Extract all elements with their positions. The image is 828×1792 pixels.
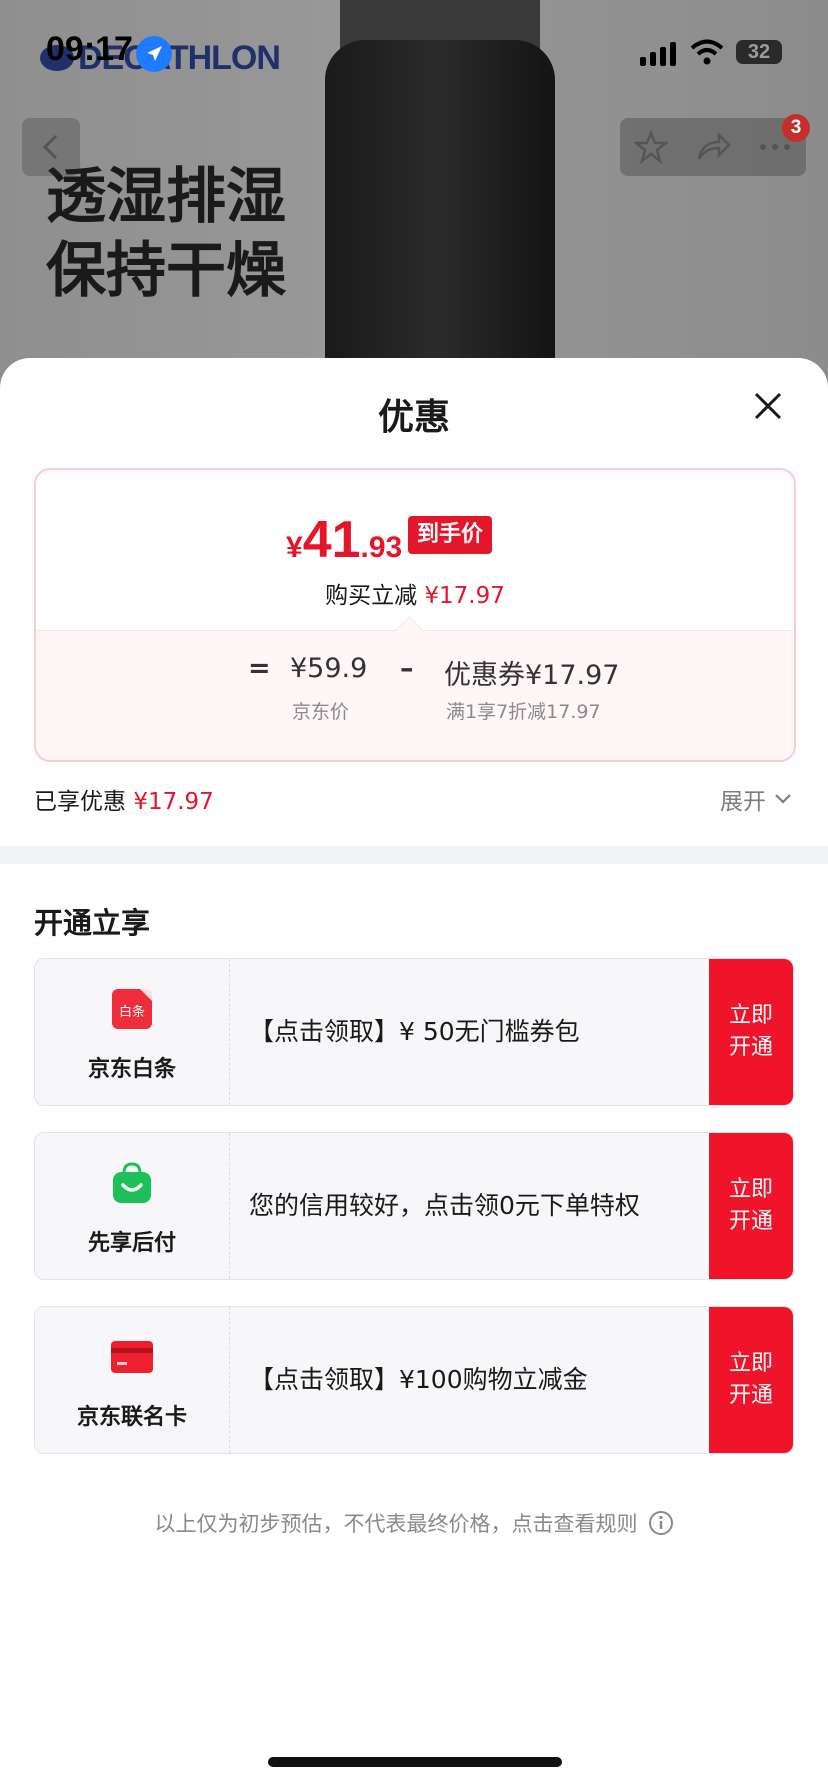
baitiao-icon: 白条 (112, 989, 152, 1029)
equals-sign: = (248, 653, 271, 684)
activate-label-1: 立即 (728, 1003, 773, 1028)
section-divider (0, 846, 828, 864)
home-indicator[interactable] (268, 1757, 562, 1767)
location-arrow-icon (136, 36, 172, 72)
cellular-signal-icon (640, 40, 676, 66)
price-integer: 41 (302, 511, 361, 569)
sheet-title: 优惠 (377, 397, 450, 438)
offer-card-pay-later[interactable]: 先享后付 您的信用较好，点击领0元下单特权 立即 开通 (34, 1132, 794, 1280)
chevron-down-icon (775, 794, 791, 804)
expand-label: 展开 (720, 789, 766, 815)
notification-badge: 3 (782, 114, 810, 142)
activate-label-2: 开通 (728, 1035, 773, 1060)
offer-brand: 京东联名卡 (35, 1307, 230, 1453)
offer-description: 【点击领取】¥100购物立减金 (249, 1365, 588, 1394)
info-icon (648, 1511, 673, 1535)
price-calculation: = ¥59.9 – 优惠券¥17.97 京东价 满1享7折减17.97 (36, 630, 794, 760)
activate-button[interactable]: 立即 开通 (709, 1307, 793, 1453)
activate-button[interactable]: 立即 开通 (709, 959, 793, 1105)
footnote-text: 以上仅为初步预估，不代表最终价格，点击查看规则 (154, 1512, 638, 1536)
offer-brand: 先享后付 (35, 1133, 230, 1279)
discount-sheet: 优惠 ¥41.93 到手价 购买立减 ¥17.97 = ¥59.9 – 优惠券¥… (0, 358, 828, 1792)
activate-label-1: 立即 (728, 1351, 773, 1376)
baitiao-icon-text: 白条 (119, 1004, 145, 1020)
enjoyed-value: ¥17.97 (133, 789, 214, 815)
base-price-label: 京东价 (292, 701, 350, 723)
activate-label-1: 立即 (728, 1177, 773, 1202)
share-icon[interactable] (695, 131, 731, 163)
section-title: 开通立享 (34, 906, 151, 940)
final-price-section: ¥41.93 到手价 购买立减 ¥17.97 (36, 470, 794, 630)
promo-headline: 透湿排湿 保持干燥 (46, 160, 286, 308)
activate-button[interactable]: 立即 开通 (709, 1133, 793, 1279)
credit-card-icon (111, 1341, 153, 1373)
offer-description: 您的信用较好，点击领0元下单特权 (249, 1191, 640, 1220)
minus-sign: – (400, 653, 414, 684)
more-icon[interactable] (758, 142, 792, 152)
promo-line-1: 透湿排湿 (46, 162, 286, 232)
activate-label-2: 开通 (728, 1383, 773, 1408)
base-price: ¥59.9 (290, 653, 368, 684)
offer-name: 京东联名卡 (76, 1405, 187, 1430)
expand-toggle[interactable]: 展开 (720, 782, 792, 816)
final-price: ¥41.93 (286, 510, 402, 570)
battery-icon: 32 (736, 40, 782, 64)
price-breakdown-card: ¥41.93 到手价 购买立减 ¥17.97 = ¥59.9 – 优惠券¥17.… (34, 468, 796, 762)
rules-footnote[interactable]: 以上仅为初步预估，不代表最终价格，点击查看规则 (0, 1508, 828, 1538)
offer-card-cobrand-card[interactable]: 京东联名卡 【点击领取】¥100购物立减金 立即 开通 (34, 1306, 794, 1454)
status-bar: 09:17 32 (0, 0, 828, 100)
star-icon[interactable] (633, 130, 668, 164)
coupon-amount: 优惠券¥17.97 (444, 660, 620, 691)
price-decimal: .93 (360, 531, 403, 564)
final-price-tag: 到手价 (408, 516, 493, 554)
shopping-bag-icon (113, 1162, 151, 1203)
coupon-rule-label: 满1享7折减17.97 (446, 701, 601, 723)
offer-description: 【点击领取】¥ 50无门槛券包 (249, 1017, 580, 1046)
offer-name: 京东白条 (87, 1057, 176, 1082)
close-icon[interactable] (748, 386, 788, 426)
chevron-left-icon (42, 134, 58, 160)
offer-brand: 白条 京东白条 (35, 959, 230, 1105)
top-actions (620, 118, 806, 176)
reduce-value: ¥17.97 (424, 583, 505, 609)
instant-reduce-line: 购买立减 ¥17.97 (36, 576, 794, 610)
activate-label-2: 开通 (728, 1209, 773, 1234)
enjoyed-label: 已享优惠 (34, 789, 126, 815)
reduce-label: 购买立减 (325, 583, 418, 609)
offer-name: 先享后付 (87, 1231, 176, 1256)
status-time: 09:17 (46, 30, 133, 68)
enjoyed-discount: 已享优惠 ¥17.97 (34, 782, 214, 816)
wifi-icon (690, 39, 724, 65)
promo-line-2: 保持干燥 (46, 236, 286, 306)
price-currency: ¥ (286, 531, 303, 564)
calc-line: = ¥59.9 – 优惠券¥17.97 (36, 653, 794, 693)
offer-card-baitiao[interactable]: 白条 京东白条 【点击领取】¥ 50无门槛券包 立即 开通 (34, 958, 794, 1106)
back-button[interactable] (22, 118, 80, 176)
